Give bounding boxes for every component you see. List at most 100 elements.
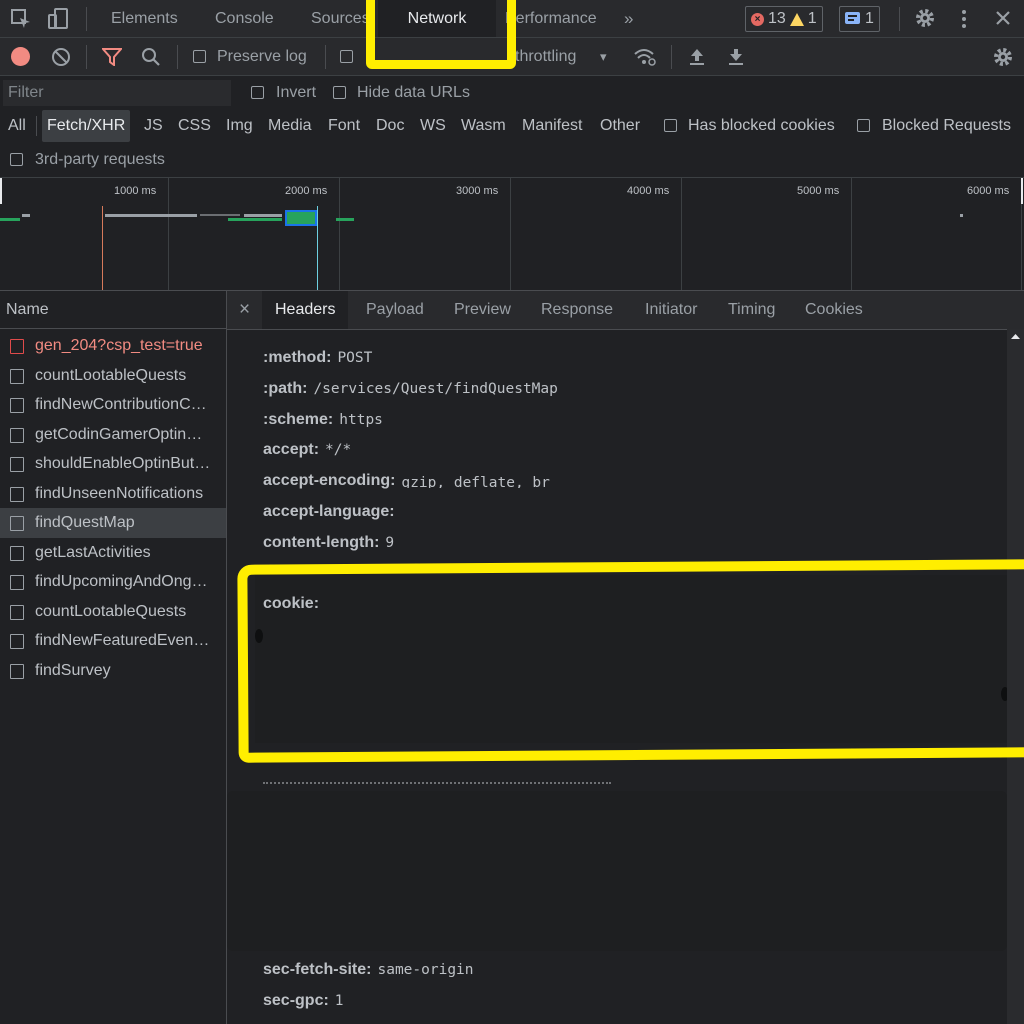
import-har-icon[interactable] bbox=[688, 47, 706, 67]
more-tabs-icon[interactable]: » bbox=[624, 0, 633, 37]
request-bar bbox=[200, 214, 240, 216]
clear-icon[interactable] bbox=[51, 47, 71, 67]
list-item[interactable]: findUpcomingAndOng… bbox=[0, 567, 226, 597]
blocked-requests-checkbox[interactable] bbox=[857, 119, 870, 132]
type-doc[interactable]: Doc bbox=[376, 110, 404, 142]
search-icon[interactable] bbox=[141, 47, 161, 67]
throttling-select[interactable]: throttling bbox=[515, 38, 576, 75]
header-row: :scheme: https bbox=[263, 404, 383, 435]
has-blocked-cookies-checkbox[interactable] bbox=[664, 119, 677, 132]
export-har-icon[interactable] bbox=[727, 47, 745, 67]
header-row: accept-encoding: gzip, deflate, br bbox=[263, 465, 550, 496]
file-icon bbox=[10, 604, 24, 620]
tab-sources[interactable]: Sources bbox=[311, 0, 370, 37]
divider bbox=[899, 7, 900, 31]
message-icon bbox=[845, 12, 860, 24]
tab-elements[interactable]: Elements bbox=[111, 0, 178, 37]
timeline-left-handle[interactable] bbox=[0, 178, 2, 204]
type-css[interactable]: CSS bbox=[178, 110, 211, 142]
disable-cache-checkbox[interactable] bbox=[340, 50, 353, 63]
header-value: POST bbox=[337, 350, 373, 366]
preserve-log-checkbox[interactable] bbox=[193, 50, 206, 63]
invert-checkbox[interactable] bbox=[251, 86, 264, 99]
tab-timing[interactable]: Timing bbox=[728, 291, 775, 329]
filter-icon[interactable] bbox=[102, 48, 122, 66]
type-wasm[interactable]: Wasm bbox=[461, 110, 506, 142]
tab-performance[interactable]: Performance bbox=[505, 0, 597, 37]
header-key: accept-encoding: bbox=[263, 472, 396, 489]
type-media[interactable]: Media bbox=[268, 110, 312, 142]
type-img[interactable]: Img bbox=[226, 110, 253, 142]
timeline-right-handle[interactable] bbox=[1021, 178, 1023, 204]
chevron-down-icon[interactable]: ▾ bbox=[600, 38, 607, 75]
type-manifest[interactable]: Manifest bbox=[522, 110, 582, 142]
timeline-tick: 1000 ms bbox=[114, 185, 157, 197]
header-value: https bbox=[339, 412, 383, 428]
list-item[interactable]: findNewContributionC… bbox=[0, 390, 226, 420]
messages-counter[interactable]: 1 bbox=[839, 6, 880, 32]
record-icon[interactable] bbox=[11, 47, 30, 66]
gridline bbox=[510, 178, 511, 290]
third-party-row: 3rd-party requests bbox=[0, 142, 1024, 178]
gridline bbox=[851, 178, 852, 290]
file-icon bbox=[10, 486, 24, 502]
request-bar bbox=[287, 212, 315, 224]
filter-input[interactable] bbox=[3, 80, 231, 106]
inspect-element-icon[interactable] bbox=[10, 8, 32, 30]
timeline-tick: 6000 ms bbox=[967, 185, 1010, 197]
list-item[interactable]: findUnseenNotifications bbox=[0, 479, 226, 509]
type-other[interactable]: Other bbox=[600, 110, 640, 142]
request-bar bbox=[336, 218, 354, 221]
list-item[interactable]: countLootableQuests bbox=[0, 361, 226, 391]
list-item[interactable]: gen_204?csp_test=true bbox=[0, 331, 226, 361]
timeline-tick: 2000 ms bbox=[285, 185, 328, 197]
header-row: accept: */* bbox=[263, 434, 351, 465]
close-icon[interactable] bbox=[994, 9, 1012, 27]
request-bar bbox=[0, 218, 20, 221]
dom-content-loaded-marker bbox=[102, 206, 103, 290]
network-conditions-icon[interactable] bbox=[633, 47, 657, 67]
device-toolbar-icon[interactable] bbox=[47, 7, 71, 31]
timeline-tick: 5000 ms bbox=[797, 185, 840, 197]
type-fetch-xhr[interactable]: Fetch/XHR bbox=[42, 110, 131, 142]
type-js[interactable]: JS bbox=[144, 110, 163, 142]
network-overview-timeline[interactable]: 1000 ms 2000 ms 3000 ms 4000 ms 5000 ms … bbox=[0, 178, 1024, 291]
header-row: :path: /services/Quest/findQuestMap bbox=[263, 373, 558, 404]
request-bar bbox=[960, 214, 963, 217]
request-bar bbox=[22, 214, 30, 217]
list-item[interactable]: findSurvey bbox=[0, 656, 226, 686]
scroll-up-arrow-icon[interactable] bbox=[1007, 329, 1024, 343]
hide-data-urls-checkbox[interactable] bbox=[333, 86, 346, 99]
network-settings-gear-icon[interactable] bbox=[992, 46, 1014, 68]
third-party-checkbox[interactable] bbox=[10, 153, 23, 166]
close-details-icon[interactable]: × bbox=[239, 291, 250, 329]
request-list: Name gen_204?csp_test=true countLootable… bbox=[0, 291, 227, 1024]
list-item-selected[interactable]: findQuestMap bbox=[0, 508, 226, 538]
file-icon bbox=[10, 457, 24, 472]
type-all[interactable]: All bbox=[8, 110, 26, 142]
header-row: sec-gpc: 1 bbox=[263, 985, 344, 1016]
tab-console[interactable]: Console bbox=[215, 0, 274, 37]
file-icon bbox=[10, 516, 24, 531]
list-item[interactable]: countLootableQuests bbox=[0, 597, 226, 627]
list-item[interactable]: getCodinGamerOptin… bbox=[0, 420, 226, 450]
name-column-header[interactable]: Name bbox=[0, 291, 226, 329]
list-item[interactable]: getLastActivities bbox=[0, 538, 226, 568]
highlight-annotation-network-tab bbox=[366, 0, 516, 69]
tab-cookies[interactable]: Cookies bbox=[805, 291, 863, 329]
request-bar bbox=[105, 214, 197, 217]
issues-counter[interactable]: × 13 1 bbox=[745, 6, 823, 32]
redacted-area bbox=[227, 791, 1007, 951]
header-row: content-length: 9 bbox=[263, 527, 394, 558]
header-value: gzip, deflate, br bbox=[401, 475, 550, 488]
divider bbox=[177, 45, 178, 69]
settings-gear-icon[interactable] bbox=[914, 7, 936, 29]
type-ws[interactable]: WS bbox=[420, 110, 446, 142]
tab-initiator[interactable]: Initiator bbox=[645, 291, 697, 329]
more-options-icon[interactable] bbox=[958, 8, 970, 30]
type-font[interactable]: Font bbox=[328, 110, 360, 142]
list-item[interactable]: shouldEnableOptinBut… bbox=[0, 449, 226, 479]
list-item[interactable]: findNewFeaturedEven… bbox=[0, 626, 226, 656]
file-icon bbox=[10, 339, 24, 354]
tab-response[interactable]: Response bbox=[541, 291, 613, 329]
